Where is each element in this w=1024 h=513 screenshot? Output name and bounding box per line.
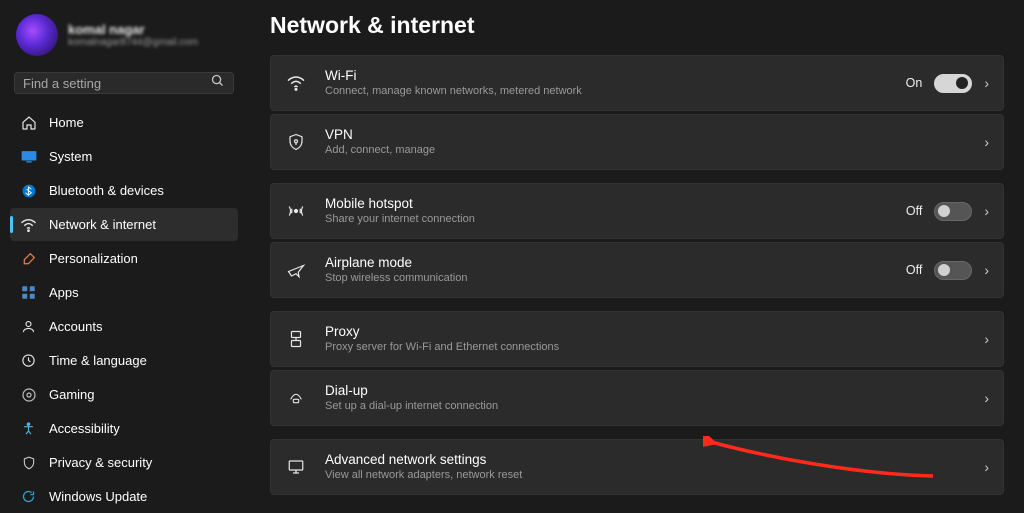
nav-time-language[interactable]: Time & language <box>10 344 238 377</box>
hotspot-state-label: Off <box>906 204 922 218</box>
brush-icon <box>20 250 37 267</box>
wifi-toggle[interactable] <box>934 74 972 93</box>
card-title: Wi-Fi <box>325 68 888 85</box>
page-title: Network & internet <box>270 12 1004 39</box>
card-vpn[interactable]: VPN Add, connect, manage › <box>270 114 1004 170</box>
chevron-right-icon: › <box>984 331 989 347</box>
card-subtitle: Share your internet connection <box>325 213 888 227</box>
home-icon <box>20 114 37 131</box>
main-content: Network & internet Wi-Fi Connect, manage… <box>248 0 1024 512</box>
wifi-icon <box>285 75 307 91</box>
chevron-right-icon: › <box>984 459 989 475</box>
sidebar: komal nagar komalnagar8744@gmail.com Hom… <box>0 0 248 512</box>
card-subtitle: View all network adapters, network reset <box>325 469 966 483</box>
card-subtitle: Set up a dial-up internet connection <box>325 400 966 414</box>
nav-gaming[interactable]: Gaming <box>10 378 238 411</box>
profile-text: komal nagar komalnagar8744@gmail.com <box>68 22 198 48</box>
nav-label: Home <box>49 115 84 130</box>
chevron-right-icon: › <box>984 262 989 278</box>
profile-name: komal nagar <box>68 22 198 37</box>
accessibility-icon <box>20 420 37 437</box>
chevron-right-icon: › <box>984 75 989 91</box>
airplane-state-label: Off <box>906 263 922 277</box>
card-title: VPN <box>325 127 966 144</box>
card-hotspot[interactable]: Mobile hotspot Share your internet conne… <box>270 183 1004 239</box>
shield-icon <box>20 454 37 471</box>
card-airplane[interactable]: Airplane mode Stop wireless communicatio… <box>270 242 1004 298</box>
nav-accounts[interactable]: Accounts <box>10 310 238 343</box>
card-title: Dial-up <box>325 383 966 400</box>
system-icon <box>20 148 37 165</box>
search-box[interactable] <box>14 72 234 94</box>
nav-label: Accessibility <box>49 421 120 436</box>
card-title: Advanced network settings <box>325 452 966 469</box>
nav-network[interactable]: Network & internet <box>10 208 238 241</box>
apps-icon <box>20 284 37 301</box>
nav-list: Home System Bluetooth & devices Network … <box>10 106 238 513</box>
nav-label: Apps <box>49 285 79 300</box>
card-title: Mobile hotspot <box>325 196 888 213</box>
search-input[interactable] <box>23 76 210 91</box>
card-subtitle: Proxy server for Wi-Fi and Ethernet conn… <box>325 341 966 355</box>
nav-label: Bluetooth & devices <box>49 183 164 198</box>
bluetooth-icon <box>20 182 37 199</box>
nav-windows-update[interactable]: Windows Update <box>10 480 238 513</box>
nav-home[interactable]: Home <box>10 106 238 139</box>
hotspot-icon <box>285 202 307 220</box>
card-subtitle: Connect, manage known networks, metered … <box>325 85 888 99</box>
card-subtitle: Add, connect, manage <box>325 144 966 158</box>
nav-label: System <box>49 149 92 164</box>
nav-label: Time & language <box>49 353 147 368</box>
nav-apps[interactable]: Apps <box>10 276 238 309</box>
vpn-shield-icon <box>285 132 307 152</box>
account-icon <box>20 318 37 335</box>
nav-label: Windows Update <box>49 489 147 504</box>
nav-privacy[interactable]: Privacy & security <box>10 446 238 479</box>
nav-label: Privacy & security <box>49 455 152 470</box>
nav-system[interactable]: System <box>10 140 238 173</box>
card-title: Airplane mode <box>325 255 888 272</box>
wifi-icon <box>20 216 37 233</box>
card-advanced-network[interactable]: Advanced network settings View all netwo… <box>270 439 1004 495</box>
clock-icon <box>20 352 37 369</box>
nav-label: Accounts <box>49 319 102 334</box>
card-subtitle: Stop wireless communication <box>325 272 888 286</box>
search-icon <box>210 73 225 93</box>
card-proxy[interactable]: Proxy Proxy server for Wi-Fi and Etherne… <box>270 311 1004 367</box>
card-dialup[interactable]: Dial-up Set up a dial-up internet connec… <box>270 370 1004 426</box>
nav-label: Personalization <box>49 251 138 266</box>
chevron-right-icon: › <box>984 390 989 406</box>
profile-email: komalnagar8744@gmail.com <box>68 37 198 48</box>
avatar <box>16 14 58 56</box>
hotspot-toggle[interactable] <box>934 202 972 221</box>
profile-block[interactable]: komal nagar komalnagar8744@gmail.com <box>10 10 238 66</box>
wifi-state-label: On <box>906 76 923 90</box>
card-wifi[interactable]: Wi-Fi Connect, manage known networks, me… <box>270 55 1004 111</box>
network-adapter-icon <box>285 458 307 476</box>
gaming-icon <box>20 386 37 403</box>
chevron-right-icon: › <box>984 203 989 219</box>
dialup-icon <box>285 390 307 406</box>
airplane-toggle[interactable] <box>934 261 972 280</box>
nav-label: Network & internet <box>49 217 156 232</box>
chevron-right-icon: › <box>984 134 989 150</box>
nav-personalization[interactable]: Personalization <box>10 242 238 275</box>
nav-bluetooth[interactable]: Bluetooth & devices <box>10 174 238 207</box>
update-icon <box>20 488 37 505</box>
settings-list: Wi-Fi Connect, manage known networks, me… <box>270 55 1004 495</box>
nav-accessibility[interactable]: Accessibility <box>10 412 238 445</box>
nav-label: Gaming <box>49 387 95 402</box>
card-title: Proxy <box>325 324 966 341</box>
proxy-icon <box>285 329 307 349</box>
airplane-icon <box>285 261 307 279</box>
